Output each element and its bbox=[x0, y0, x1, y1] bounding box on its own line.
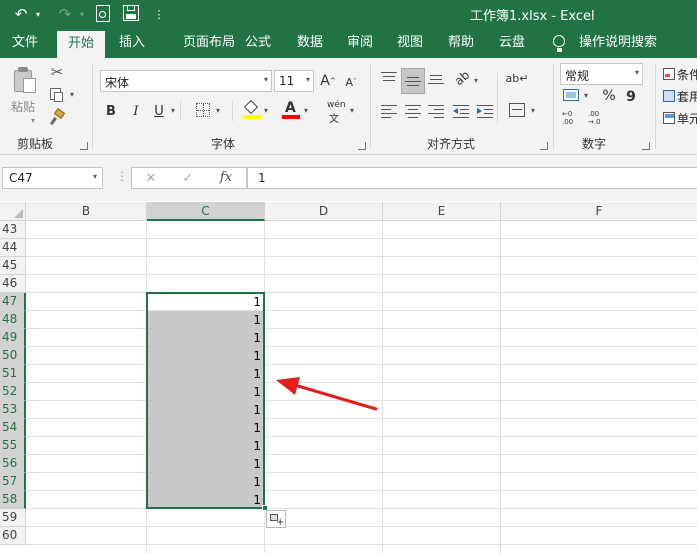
arrow-head bbox=[276, 377, 300, 395]
annotation-arrow bbox=[276, 377, 378, 411]
arrow-shaft bbox=[296, 384, 378, 411]
